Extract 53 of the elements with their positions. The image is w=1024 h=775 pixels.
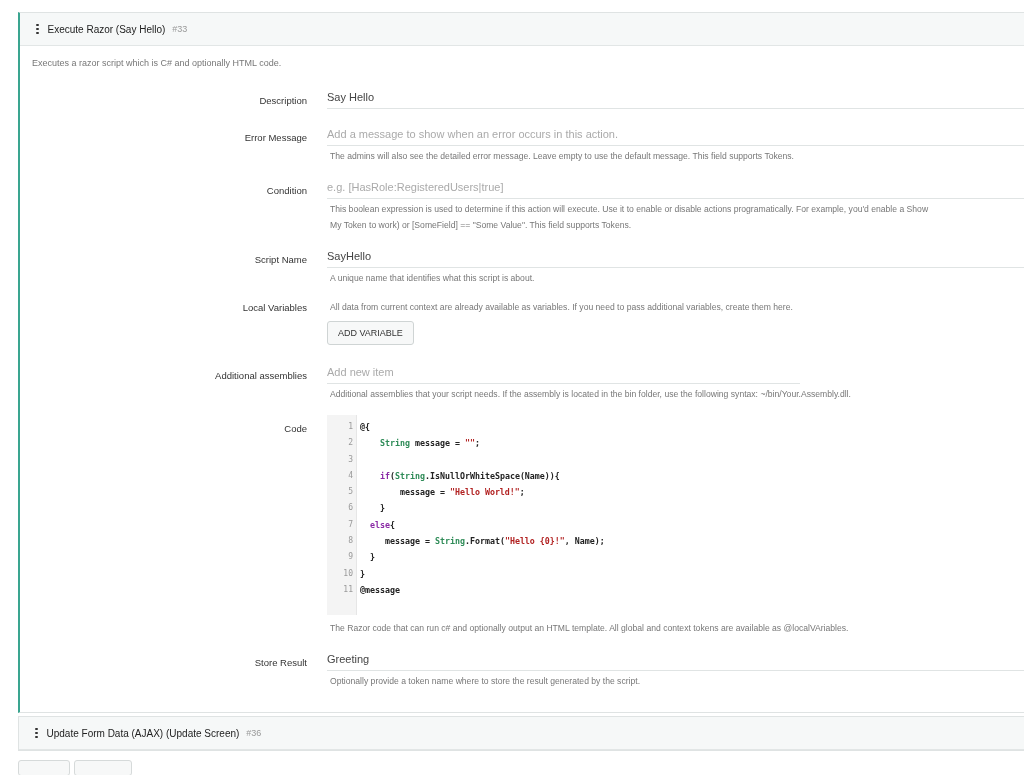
line-number: 9: [347, 551, 354, 564]
input-field[interactable]: Add a message to show when an error occurs in this action.: [327, 124, 1024, 146]
field-label: Code: [283, 422, 307, 436]
help-text: My Token to work) or [SomeField] == "Some Value". This field supports Tokens.: [329, 219, 633, 231]
line-number: 7: [347, 518, 354, 531]
line-number: 6: [347, 502, 354, 515]
input-field[interactable]: Greeting: [327, 649, 1024, 671]
drag-handle-icon[interactable]: [36, 23, 39, 35]
input-field[interactable]: Add new item: [327, 362, 800, 384]
card-header[interactable]: Update Form Data (AJAX) (Update Screen) #36: [19, 717, 1024, 750]
help-text: This boolean expression is used to determine if this action will execute. Use it to enable or disable actions programatically. For example, you'd enable a Show: [329, 203, 930, 215]
help-text: A unique name that identifies what this script is about.: [329, 272, 536, 284]
line-number: 3: [347, 453, 354, 466]
field-label: Error Message: [243, 131, 307, 145]
field-label: Local Variables: [241, 301, 307, 315]
line-number: 5: [347, 486, 354, 499]
field-label: Script Name: [253, 253, 307, 267]
card-title: Update Form Data (AJAX) (Update Screen): [46, 727, 240, 739]
code-line: String message = "";: [378, 437, 481, 451]
code-line: }: [360, 567, 366, 581]
input-field[interactable]: Say Hello: [327, 87, 1024, 109]
add-variable-button[interactable]: ADD VARIABLE: [327, 321, 414, 345]
card-header[interactable]: Execute Razor (Say Hello) #33: [20, 13, 1024, 46]
line-number: 11: [342, 583, 354, 596]
code-line: }: [378, 502, 386, 516]
field-label: Store Result: [253, 656, 307, 670]
help-text: Optionally provide a token name where to store the result generated by the script.: [329, 675, 642, 687]
field-label: Condition: [265, 184, 307, 198]
code-line: message = "Hello World!";: [398, 486, 526, 500]
input-field[interactable]: e.g. [HasRole:RegisteredUsers|true]: [327, 177, 1024, 199]
code-line: }: [369, 551, 376, 565]
drag-handle-icon[interactable]: [35, 727, 38, 739]
help-text: The admins will also see the detailed error message. Leave empty to use the default message. This field supports Tokens.: [329, 150, 795, 162]
help-text: Additional assemblies that your script needs. If the assembly is located in the bin folder, use the following syntax: ~/bin/Your.Assembly.dll.: [329, 388, 852, 400]
line-number: 1: [347, 421, 354, 433]
card-number: #33: [172, 24, 188, 34]
input-field[interactable]: SayHello: [327, 246, 1024, 268]
code-line: message = String.Format("Hello {0}!", Name);: [383, 535, 605, 549]
code-line: @message: [360, 583, 401, 597]
help-text: All data from current context are already available as variables. If you need to pass additional variables, create them here.: [329, 301, 794, 313]
line-number: 2: [347, 437, 354, 450]
line-number: 8: [347, 535, 354, 548]
card-description: Executes a razor script which is C# and optionally HTML code.: [31, 58, 283, 68]
line-number: 4: [347, 469, 354, 482]
code-line: else{: [369, 518, 396, 532]
code-line: @{: [360, 421, 371, 434]
field-label: Description: [258, 94, 307, 108]
code-line: if(String.IsNullOrWhiteSpace(Name)){: [378, 469, 561, 483]
card-number: #36: [246, 728, 262, 738]
help-text: The Razor code that can run c# and optionally output an HTML template. All global and context tokens are available as @localVAriables.: [329, 622, 850, 634]
line-number: 10: [342, 567, 354, 580]
card-title: Execute Razor (Say Hello): [47, 23, 166, 35]
field-label: Additional assemblies: [214, 369, 307, 383]
